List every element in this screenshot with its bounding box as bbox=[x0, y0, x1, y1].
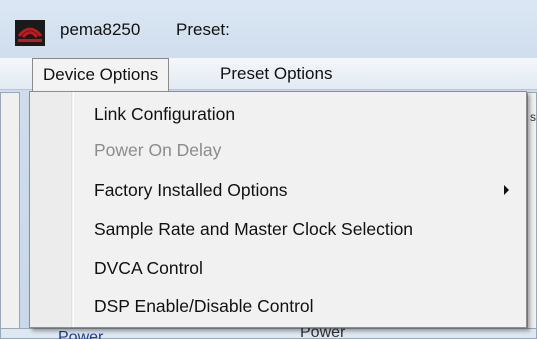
menu-device-options[interactable]: Device Options bbox=[32, 58, 170, 92]
app-title: pema8250 bbox=[60, 20, 141, 39]
submenu-arrow-icon bbox=[504, 185, 509, 195]
right-edge-glyph: s bbox=[530, 110, 536, 124]
menu-item-label: Link Configuration bbox=[94, 104, 236, 124]
title-bar: pema8250 Preset: bbox=[0, 0, 537, 56]
menu-item-dvca-control[interactable]: DVCA Control bbox=[94, 254, 203, 282]
menu-item-label: DVCA Control bbox=[94, 258, 203, 278]
left-power-label[interactable]: Power bbox=[58, 329, 103, 339]
device-options-dropdown: Link Configuration Power On Delay Factor… bbox=[29, 91, 527, 328]
menu-item-link-configuration[interactable]: Link Configuration bbox=[94, 100, 235, 128]
menu-item-label: DSP Enable/Disable Control bbox=[94, 296, 314, 316]
menu-item-factory-installed-options[interactable]: Factory Installed Options bbox=[94, 176, 288, 204]
menu-item-label: Power On Delay bbox=[94, 140, 222, 160]
menu-device-options-label: Device Options bbox=[43, 65, 159, 84]
menu-item-dsp-enable-disable[interactable]: DSP Enable/Disable Control bbox=[94, 292, 314, 320]
menu-gutter-line bbox=[73, 92, 74, 327]
app-logo-icon bbox=[15, 20, 45, 46]
left-panel bbox=[0, 92, 20, 339]
menu-preset-options[interactable]: Preset Options bbox=[210, 58, 342, 90]
right-panel-edge bbox=[527, 92, 537, 339]
menu-item-label: Sample Rate and Master Clock Selection bbox=[94, 219, 414, 239]
preset-label: Preset: bbox=[176, 20, 230, 39]
app-window: pema8250 Preset: Device Options Preset O… bbox=[0, 0, 537, 339]
menu-item-power-on-delay: Power On Delay bbox=[94, 136, 221, 164]
menu-preset-options-label: Preset Options bbox=[220, 64, 333, 83]
menu-item-sample-rate-master-clock[interactable]: Sample Rate and Master Clock Selection bbox=[94, 215, 413, 243]
menu-gutter bbox=[30, 92, 72, 327]
menu-item-label: Factory Installed Options bbox=[94, 180, 288, 200]
